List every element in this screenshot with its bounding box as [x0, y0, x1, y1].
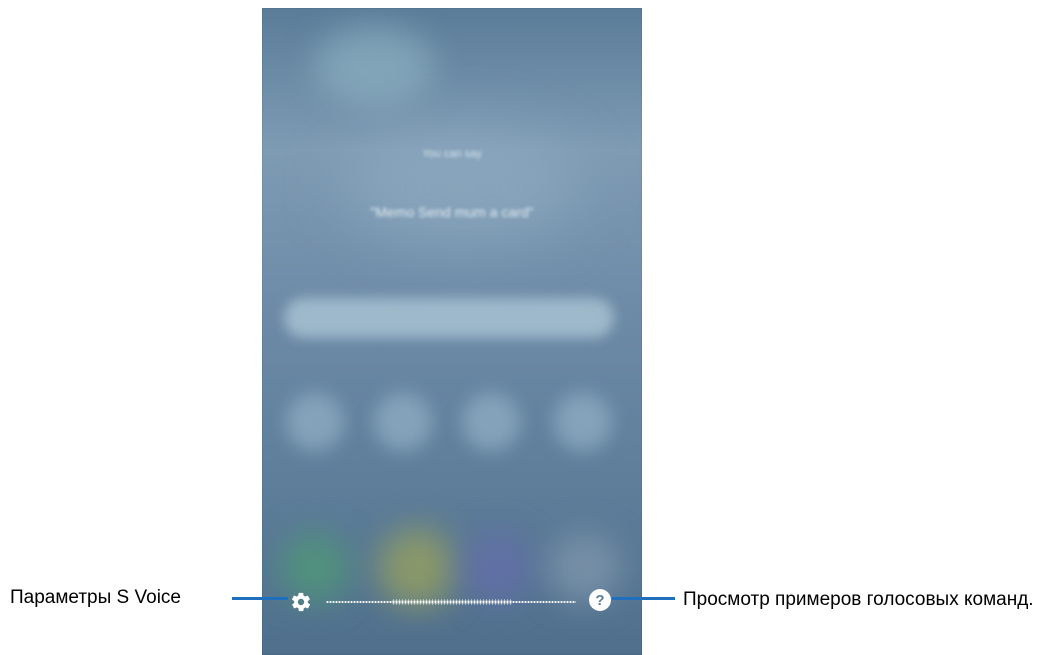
voice-input-bar [284, 298, 614, 338]
blurred-app-icon [374, 393, 432, 451]
blurred-wallpaper-blob [314, 26, 434, 106]
voice-waveform-peaks [392, 598, 512, 606]
blurred-app-icon [286, 393, 344, 451]
examples-callout-line [612, 597, 675, 600]
settings-callout-line [232, 597, 288, 600]
blurred-app-icon [554, 393, 612, 451]
hint-heading: You can say [422, 148, 482, 160]
settings-button[interactable] [288, 589, 314, 615]
examples-callout: Просмотр примеров голосовых команд. [683, 589, 1034, 610]
question-mark-icon: ? [595, 591, 605, 609]
help-button[interactable]: ? [589, 589, 611, 611]
s-voice-screen: You can say "Memo Send mum a card" ? [262, 8, 642, 655]
settings-callout: Параметры S Voice [10, 587, 181, 608]
voice-bottom-bar: ? [262, 583, 642, 619]
hint-example-command: "Memo Send mum a card" [370, 204, 534, 220]
blurred-glow [342, 128, 582, 248]
blurred-app-icon [462, 393, 520, 451]
gear-icon [291, 592, 311, 612]
